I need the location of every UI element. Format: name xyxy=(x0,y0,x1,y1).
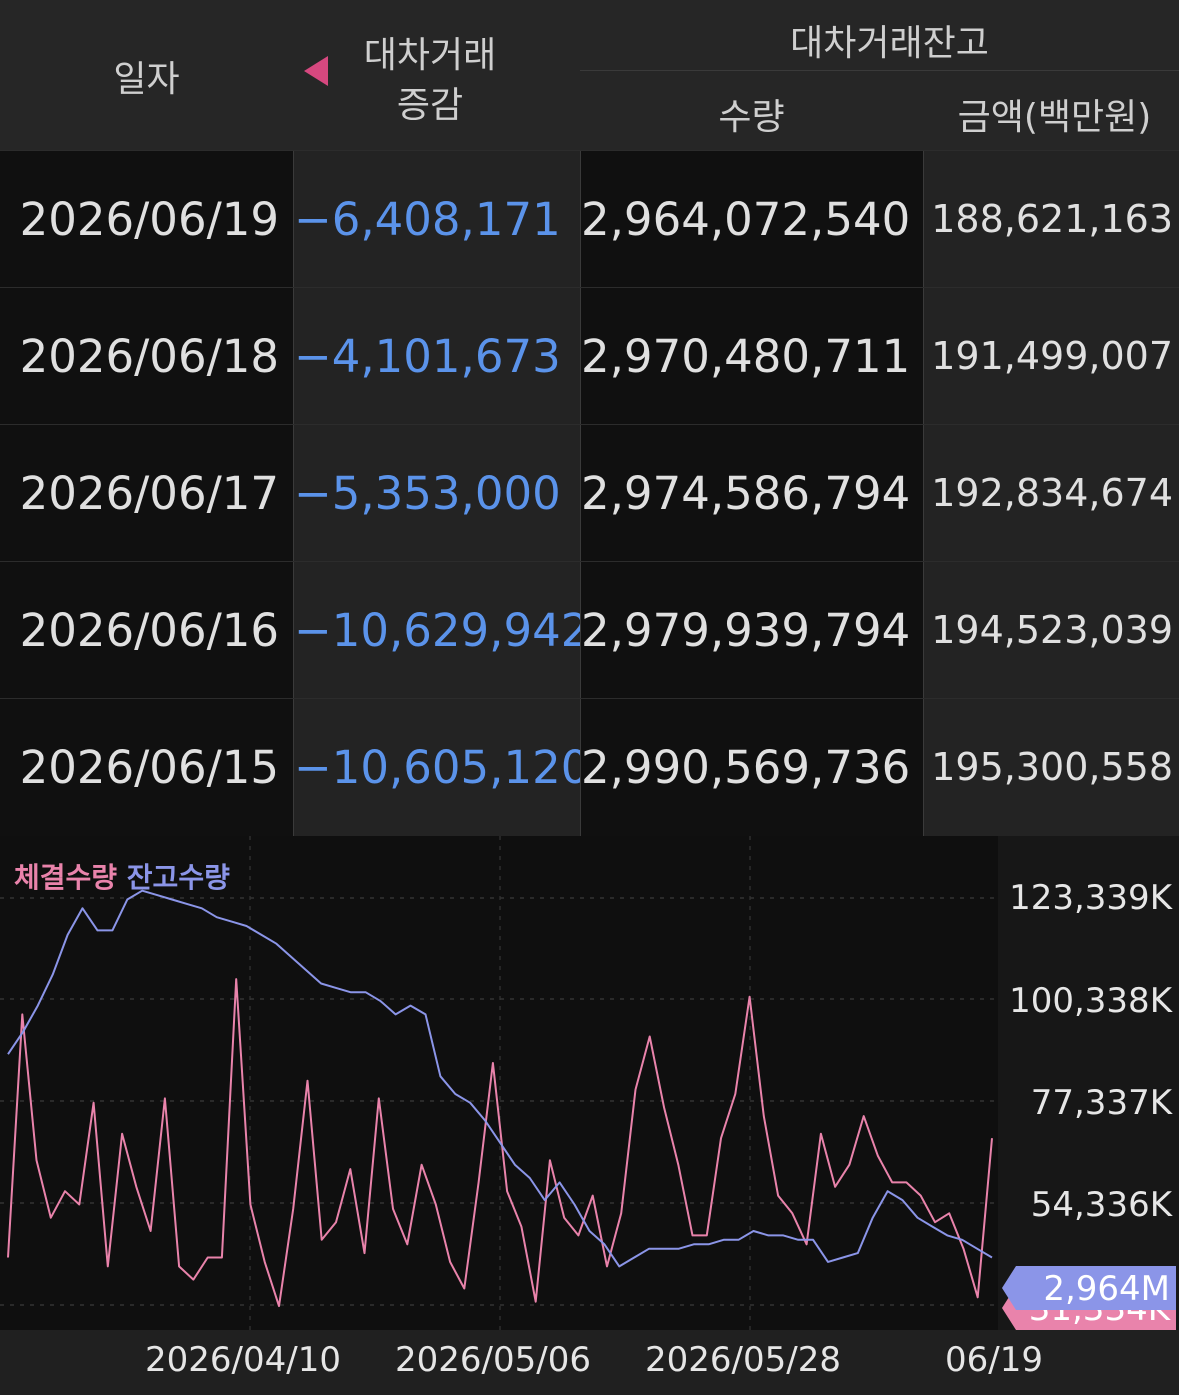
row-qty: 2,974,586,794 xyxy=(580,425,923,562)
row-date: 2026/06/16 xyxy=(0,562,293,699)
col-change-header-line1: 대차거래 xyxy=(363,35,497,76)
x-tick-label: 2026/05/06 xyxy=(395,1340,591,1380)
x-tick-label: 2026/05/28 xyxy=(645,1340,841,1380)
row-change: −5,353,000 xyxy=(293,425,580,562)
y-tick-label: 100,338K xyxy=(1009,981,1172,1021)
col-date-header: 일자 xyxy=(113,59,180,100)
row-qty: 2,964,072,540 xyxy=(580,151,923,288)
table-row[interactable]: 2026/06/18 −4,101,673 2,970,480,711 191,… xyxy=(0,287,1179,425)
col-amount-header: 금액(백만원) xyxy=(957,97,1152,138)
row-qty: 2,970,480,711 xyxy=(580,288,923,425)
row-amount: 195,300,558 xyxy=(923,699,1179,836)
legend-executed: 체결수량 xyxy=(14,861,118,894)
balance-badge-label: 2,964M xyxy=(1043,1269,1170,1309)
table-row[interactable]: 2026/06/17 −5,353,000 2,974,586,794 192,… xyxy=(0,424,1179,562)
row-amount: 191,499,007 xyxy=(923,288,1179,425)
table-row[interactable]: 2026/06/19 −6,408,171 2,964,072,540 188,… xyxy=(0,150,1179,288)
row-date: 2026/06/17 xyxy=(0,425,293,562)
col-qty-header: 수량 xyxy=(718,97,785,138)
y-tick-label: 123,339K xyxy=(1009,878,1172,918)
chart-legend: 체결수량 잔고수량 xyxy=(14,856,230,896)
col-balance-header: 대차거래잔고 xyxy=(790,23,989,64)
row-date: 2026/06/15 xyxy=(0,699,293,836)
row-amount: 194,523,039 xyxy=(923,562,1179,699)
table-row[interactable]: 2026/06/15 −10,605,120 2,990,569,736 195… xyxy=(0,698,1179,836)
row-date: 2026/06/18 xyxy=(0,288,293,425)
row-amount: 188,621,163 xyxy=(923,151,1179,288)
row-change: −10,629,942 xyxy=(293,562,589,699)
table-row[interactable]: 2026/06/16 −10,629,942 2,979,939,794 194… xyxy=(0,561,1179,699)
y-tick-label: 77,337K xyxy=(1030,1083,1172,1123)
row-date: 2026/06/19 xyxy=(0,151,293,288)
table-header: 일자 대차거래 증감 대차거래잔고 수량 금액(백만원) xyxy=(0,0,1179,150)
header-divider xyxy=(580,70,1179,71)
legend-balance: 잔고수량 xyxy=(126,861,230,894)
col-change-header-line2: 증감 xyxy=(396,85,464,126)
row-change: −10,605,120 xyxy=(293,699,589,836)
y-tick-label: 54,336K xyxy=(1030,1185,1172,1225)
x-tick-label: 2026/04/10 xyxy=(145,1340,341,1380)
row-qty: 2,990,569,736 xyxy=(580,699,923,836)
row-qty: 2,979,939,794 xyxy=(580,562,923,699)
row-change: −6,408,171 xyxy=(293,151,580,288)
x-tick-label: 06/19 xyxy=(945,1340,1043,1380)
row-change: −4,101,673 xyxy=(293,288,580,425)
row-amount: 192,834,674 xyxy=(923,425,1179,562)
